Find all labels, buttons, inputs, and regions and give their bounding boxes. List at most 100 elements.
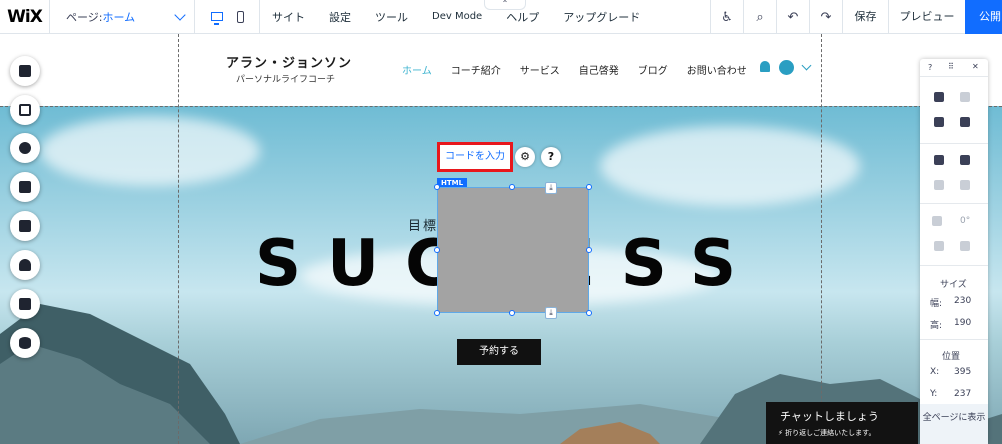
menu-help[interactable]: ヘルプ	[494, 9, 551, 25]
help-icon[interactable]: ?	[928, 63, 932, 72]
paste-icon[interactable]	[960, 92, 970, 102]
apps-button[interactable]	[10, 172, 40, 202]
resize-handle[interactable]	[434, 184, 440, 190]
nav-item-home[interactable]: ホーム	[402, 62, 432, 77]
site-nav: ホーム コーチ紹介 サービス 自己啓発 ブログ お問い合わせ	[402, 62, 766, 77]
copy-icon[interactable]	[934, 92, 944, 102]
pages-icon	[19, 104, 31, 116]
page-selector[interactable]: ページ: ホーム	[50, 0, 195, 34]
resize-handle[interactable]	[586, 247, 592, 253]
device-switcher	[195, 0, 260, 34]
trash-icon[interactable]	[960, 117, 970, 127]
menus-icon	[19, 65, 31, 77]
blog-button[interactable]	[10, 250, 40, 280]
nav-item-services[interactable]: サービス	[520, 62, 560, 77]
panel-divider	[920, 265, 988, 266]
menu-dev-mode[interactable]: Dev Mode	[420, 11, 494, 22]
bookings-button[interactable]	[10, 289, 40, 319]
avatar[interactable]	[779, 60, 794, 75]
nav-item-about[interactable]: コーチ紹介	[451, 62, 501, 77]
pages-button[interactable]	[10, 95, 40, 125]
save-button[interactable]: 保存	[842, 0, 888, 34]
chat-widget[interactable]: チャットしましょう ⚡ 折り返しご連絡いたします。	[766, 402, 918, 444]
rotate-icon[interactable]	[932, 216, 942, 226]
flip-vertical-icon[interactable]	[960, 241, 970, 251]
zoom-icon[interactable]: ⌕	[743, 0, 776, 34]
page-selector-value: ホーム	[102, 10, 136, 24]
redo-icon[interactable]: ↷	[809, 0, 842, 34]
panel-divider	[920, 203, 988, 204]
chevron-down-icon	[174, 8, 186, 21]
collapse-topbar-tab[interactable]: ⌃	[484, 0, 526, 10]
database-button[interactable]	[10, 328, 40, 358]
add-button[interactable]	[10, 133, 40, 163]
stretch-handle-icon[interactable]: ⤓	[545, 307, 557, 319]
width-label: 幅:	[930, 299, 943, 309]
site-subtitle[interactable]: パーソナルライフコーチ	[236, 72, 335, 85]
height-label: 高:	[930, 321, 943, 331]
stretch-handle-icon[interactable]: ⤓	[545, 182, 557, 194]
position-label: 位置	[942, 352, 961, 362]
site-title[interactable]: アラン・ジョンソン	[226, 52, 352, 71]
resize-handle[interactable]	[434, 247, 440, 253]
publish-button[interactable]: 公開	[965, 0, 1002, 34]
size-label: サイズ	[940, 280, 967, 290]
resize-handle[interactable]	[586, 310, 592, 316]
nav-item-contact[interactable]: お問い合わせ	[687, 62, 747, 77]
gear-icon[interactable]: ⚙	[515, 147, 535, 167]
database-icon	[19, 337, 31, 349]
guide-line	[0, 106, 1002, 107]
top-menu: サイト 設定 ツール Dev Mode ヘルプ アップグレード	[260, 0, 652, 34]
menus-button[interactable]	[10, 56, 40, 86]
menu-tools[interactable]: ツール	[363, 9, 420, 25]
guide-line	[821, 34, 822, 444]
arrange-icon[interactable]	[934, 155, 944, 165]
enter-code-button[interactable]: コードを入力	[437, 142, 513, 172]
wix-logo[interactable]: WiX	[0, 0, 50, 34]
panel-divider	[920, 339, 988, 340]
chat-subtitle-text: 折り返しご連絡いたします。	[785, 429, 876, 437]
flip-horizontal-icon[interactable]	[934, 241, 944, 251]
close-icon[interactable]: ✕	[972, 62, 979, 71]
nav-item-self-development[interactable]: 自己啓発	[579, 62, 619, 77]
show-on-all-pages-button[interactable]: 全ページに表示	[920, 404, 988, 444]
panel-header: ? ⠿ ✕	[920, 59, 988, 77]
bookings-icon	[19, 298, 31, 310]
nav-item-blog[interactable]: ブログ	[638, 62, 668, 77]
panel-divider	[920, 143, 988, 144]
match-size-icon[interactable]	[960, 180, 970, 190]
cloud-decoration	[40, 116, 260, 186]
preview-button[interactable]: プレビュー	[888, 0, 965, 34]
rotation-value[interactable]: 0°	[960, 216, 970, 226]
menu-upgrade[interactable]: アップグレード	[551, 9, 652, 25]
blog-icon	[19, 259, 31, 271]
media-button[interactable]	[10, 211, 40, 241]
x-value[interactable]: 395	[954, 367, 971, 377]
bell-icon[interactable]	[760, 61, 770, 72]
align-icon[interactable]	[960, 155, 970, 165]
guide-line	[178, 34, 179, 444]
resize-handle[interactable]	[434, 310, 440, 316]
desktop-icon[interactable]	[210, 12, 223, 25]
drag-handle-icon[interactable]: ⠿	[948, 62, 955, 71]
resize-handle[interactable]	[509, 310, 515, 316]
mobile-icon[interactable]	[236, 10, 244, 23]
y-value[interactable]: 237	[954, 389, 971, 399]
height-value[interactable]: 190	[954, 318, 971, 328]
chat-title: チャットしましょう	[780, 410, 879, 423]
distribute-icon[interactable]	[934, 180, 944, 190]
editor-canvas: アラン・ジョンソン パーソナルライフコーチ ホーム コーチ紹介 サービス 自己啓…	[0, 34, 1002, 444]
y-label: Y:	[930, 389, 938, 399]
resize-handle[interactable]	[509, 184, 515, 190]
menu-site[interactable]: サイト	[260, 9, 317, 25]
question-icon[interactable]: ?	[541, 147, 561, 167]
undo-icon[interactable]: ↶	[776, 0, 809, 34]
html-embed-widget[interactable]	[437, 187, 589, 313]
accessibility-icon[interactable]: ♿	[710, 0, 743, 34]
inspector-panel: ? ⠿ ✕ 0° サイズ 幅: 230 高: 190 位置 X: 395 Y: …	[920, 59, 988, 444]
book-button[interactable]: 予約する	[457, 339, 541, 365]
resize-handle[interactable]	[586, 184, 592, 190]
width-value[interactable]: 230	[954, 296, 971, 306]
duplicate-icon[interactable]	[934, 117, 944, 127]
menu-settings[interactable]: 設定	[317, 9, 363, 25]
